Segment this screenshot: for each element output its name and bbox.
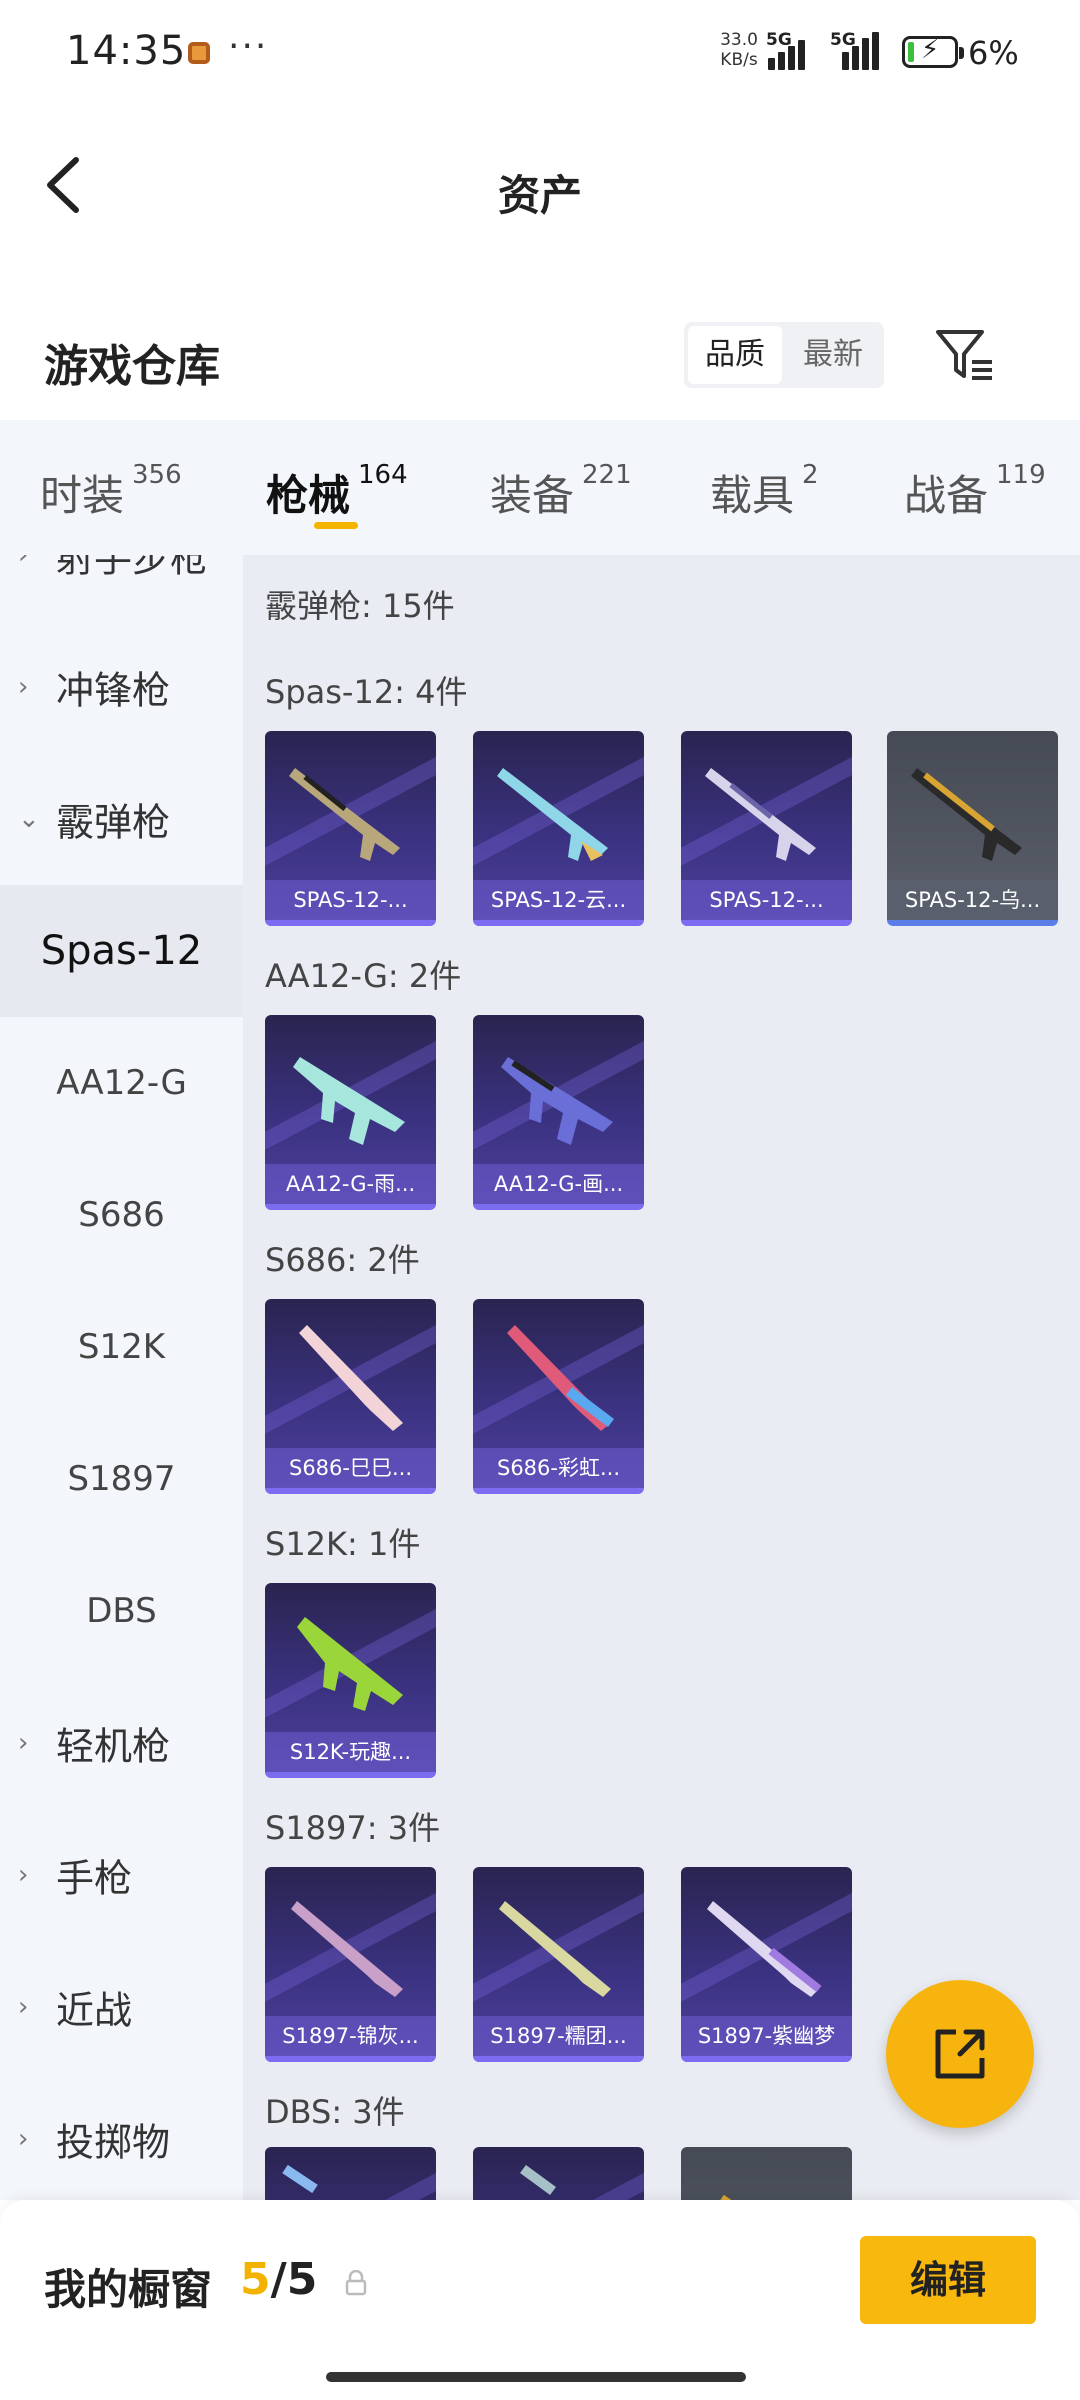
shotgun-image — [507, 1325, 615, 1431]
weapon-grid: 霰弹枪: 15件 Spas-12: 4件 SPAS-12-... SPAS-12… — [243, 555, 1080, 2200]
showcase-title: 我的橱窗 — [44, 2265, 213, 2314]
sidebar-subitem-s1897[interactable]: S1897 — [0, 1413, 243, 1545]
chevron-right-icon: › — [18, 672, 29, 702]
weapon-card[interactable]: SPAS-12-乌... — [887, 731, 1058, 926]
filter-icon — [936, 330, 992, 380]
shotgun-image — [497, 768, 608, 861]
category-header: 霰弹枪: 15件 — [265, 587, 455, 625]
showcase-count: 5/5 — [240, 2254, 318, 2305]
group-header-spas-12: Spas-12: 4件 — [265, 673, 468, 711]
rifle-image — [293, 1057, 405, 1145]
chevron-right-icon: › — [18, 1728, 29, 1758]
weapon-card[interactable]: S1897-锦灰... — [265, 1867, 436, 2062]
chevron-right-icon: › — [18, 1860, 29, 1890]
sidebar-item-shotgun[interactable]: ⌄ 霰弹枪 — [0, 753, 243, 885]
shotgun-image — [520, 2164, 556, 2196]
weapon-card[interactable]: SPAS-12-云... — [473, 731, 644, 926]
chevron-down-icon: ⌄ — [18, 804, 40, 834]
share-external-icon — [935, 2029, 985, 2079]
shotgun-image — [299, 1325, 403, 1431]
weapon-card[interactable]: SPAS-12-... — [681, 731, 852, 926]
sidebar-item-smg[interactable]: › 冲锋枪 — [0, 621, 243, 753]
category-tabs: 时装 356 枪械 164 装备 221 载具 2 战备 119 — [0, 420, 1080, 555]
sort-option-newest[interactable]: 最新 — [786, 326, 880, 384]
share-button[interactable] — [886, 1980, 1034, 2128]
weapon-card[interactable]: AA12-G-画... — [473, 1015, 644, 1210]
sidebar-subitem-aa12-g[interactable]: AA12-G — [0, 1017, 243, 1149]
weapon-card[interactable]: AA12-G-雨... — [265, 1015, 436, 1210]
sort-toggle: 品质 最新 — [684, 322, 884, 388]
shotgun-image — [499, 1901, 611, 1997]
group-header-aa12-g: AA12-G: 2件 — [265, 957, 462, 995]
weapon-card[interactable]: S12K-玩趣... — [265, 1583, 436, 1778]
shotgun-image — [297, 1617, 403, 1711]
sidebar-item-throwables[interactable]: › 投掷物 — [0, 2073, 243, 2200]
weapon-card[interactable] — [265, 2147, 436, 2200]
shotgun-image — [707, 1901, 822, 1997]
tab-equipment[interactable]: 装备 221 — [490, 460, 632, 523]
showcase-bar: 我的橱窗 5/5 编辑 — [0, 2200, 1080, 2400]
tab-vehicles[interactable]: 载具 2 — [710, 460, 819, 523]
home-indicator[interactable] — [326, 2372, 746, 2382]
group-header-s686: S686: 2件 — [265, 1241, 420, 1279]
sort-option-quality[interactable]: 品质 — [688, 326, 782, 384]
group-header-dbs: DBS: 3件 — [265, 2093, 405, 2131]
battery-icon: ⚡ — [902, 35, 964, 68]
weapon-card[interactable]: S1897-糯团... — [473, 1867, 644, 2062]
warehouse-header: 游戏仓库 品质 最新 — [0, 300, 1080, 420]
weapon-card[interactable]: S686-彩虹... — [473, 1299, 644, 1494]
chevron-right-icon: › — [18, 1992, 29, 2022]
sidebar-subitem-s686[interactable]: S686 — [0, 1149, 243, 1281]
sidebar-item-marksman-rifle[interactable]: › 射手步枪 — [0, 555, 243, 621]
edit-button[interactable]: 编辑 — [860, 2236, 1036, 2324]
sidebar-subitem-s12k[interactable]: S12K — [0, 1281, 243, 1413]
weapon-card[interactable]: S686-巳巳... — [265, 1299, 436, 1494]
weapon-card[interactable] — [681, 2147, 852, 2200]
tab-supplies[interactable]: 战备 119 — [904, 460, 1046, 523]
group-header-s12k: S12K: 1件 — [265, 1525, 421, 1563]
active-tab-indicator — [314, 522, 358, 529]
network-speed: 33.0 KB/s — [720, 30, 758, 70]
shotgun-image — [911, 768, 1022, 861]
weapon-card[interactable] — [473, 2147, 644, 2200]
more-notifications-icon: ··· — [228, 26, 269, 67]
shotgun-image — [705, 768, 816, 861]
status-time: 14:35 — [66, 28, 187, 74]
chevron-right-icon: › — [18, 555, 29, 570]
group-header-s1897: S1897: 3件 — [265, 1809, 441, 1847]
lock-icon — [345, 2270, 367, 2296]
sidebar-item-lmg[interactable]: › 轻机枪 — [0, 1677, 243, 1809]
page-title: 资产 — [497, 171, 582, 220]
rifle-image — [501, 1057, 613, 1145]
filter-button[interactable] — [930, 320, 1000, 390]
tab-guns[interactable]: 枪械 164 — [266, 460, 408, 523]
warehouse-title: 游戏仓库 — [44, 341, 220, 392]
shotgun-image — [291, 1901, 403, 1997]
battery-percent: 6% — [968, 34, 1019, 72]
sidebar-subitem-spas-12[interactable]: Spas-12 — [0, 885, 243, 1017]
shotgun-image — [282, 2164, 318, 2194]
signal-icon-sim2: 5G — [830, 30, 890, 70]
weapon-type-sidebar: › 射手步枪 › 冲锋枪 ⌄ 霰弹枪 Spas-12 AA12-G S686 S… — [0, 555, 243, 2200]
sidebar-item-melee[interactable]: › 近战 — [0, 1941, 243, 2073]
shotgun-image — [289, 768, 400, 861]
sidebar-item-pistol[interactable]: › 手枪 — [0, 1809, 243, 1941]
signal-icon-sim1: 5G — [766, 30, 826, 70]
notification-app-icon — [188, 42, 210, 64]
shotgun-image — [720, 2194, 732, 2200]
nav-bar: 资产 — [0, 110, 1080, 260]
weapon-card[interactable]: SPAS-12-... — [265, 731, 436, 926]
weapon-card[interactable]: S1897-紫幽梦 — [681, 1867, 852, 2062]
tab-fashion[interactable]: 时装 356 — [40, 460, 182, 523]
chevron-right-icon: › — [18, 2124, 29, 2154]
status-bar: 14:35 ··· 33.0 KB/s 5G 5G ⚡ 6% — [0, 0, 1080, 110]
sidebar-subitem-dbs[interactable]: DBS — [0, 1545, 243, 1677]
